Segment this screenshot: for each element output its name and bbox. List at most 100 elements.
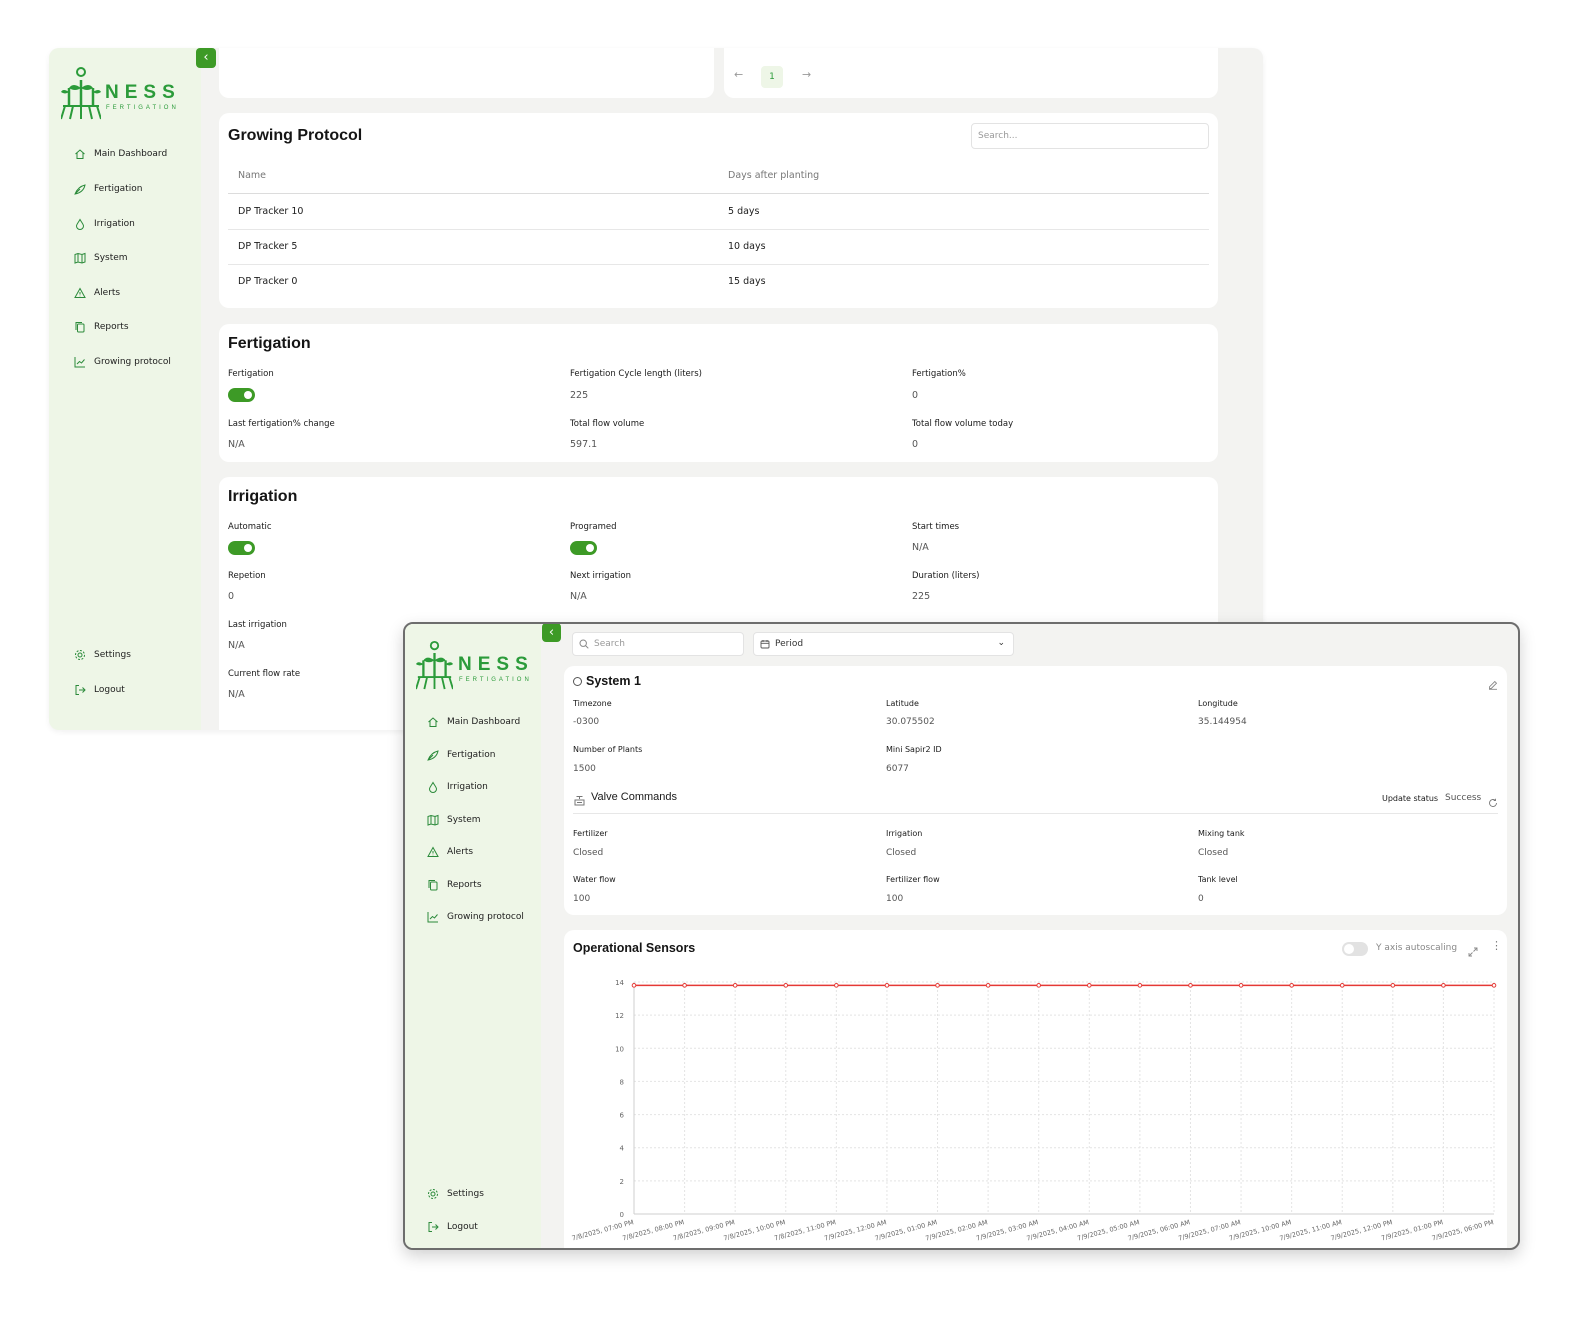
data-point	[631, 983, 637, 988]
plants-label: Number of Plants	[573, 745, 643, 754]
sensor-line-chart: 024681012147/8/2025, 07:00 PM7/8/2025, 0…	[571, 979, 1497, 1243]
sidebar-item-main-dashboard[interactable]: Main Dashboard	[427, 716, 520, 728]
refresh-icon[interactable]	[1488, 793, 1498, 812]
sidebar-item-system[interactable]: System	[74, 252, 128, 264]
longitude-label: Longitude	[1198, 699, 1238, 708]
chart-line-icon	[74, 357, 85, 368]
data-point	[1491, 983, 1497, 988]
sidebar-item-settings[interactable]: Settings	[74, 649, 131, 661]
logo-wordmark: NESS	[458, 654, 534, 675]
foreground-window: NESS FERTIGATION Main Dashboard Fertigat…	[403, 622, 1520, 1250]
latitude-value: 30.075502	[886, 717, 935, 727]
header-divider	[228, 193, 1209, 194]
row-divider	[228, 264, 1209, 265]
sidebar-item-label: Main Dashboard	[94, 149, 168, 159]
sidebar-item-main-dashboard[interactable]: Main Dashboard	[74, 148, 167, 160]
sidebar-item-irrigation[interactable]: Irrigation	[74, 218, 135, 230]
y-tick-label: 2	[620, 1178, 624, 1186]
alert-triangle-icon	[427, 846, 439, 857]
automatic-toggle[interactable]	[228, 541, 255, 555]
growing-protocol-card: Growing Protocol Search... Name Days aft…	[219, 113, 1218, 308]
sidebar-item-growing-protocol[interactable]: Growing protocol	[427, 911, 524, 923]
logo-plant-icon	[60, 67, 102, 120]
pagination-prev-icon[interactable]: ←	[734, 68, 743, 81]
system-card: System 1 Timezone -0300 Latitude 30.0755…	[564, 666, 1507, 915]
last-irrigation-value: N/A	[228, 640, 245, 651]
sidebar-item-system[interactable]: System	[427, 814, 481, 826]
table-cell-days: 15 days	[728, 276, 766, 287]
logout-icon	[428, 1222, 439, 1232]
sapir-id-value: 6077	[886, 764, 909, 774]
latitude-label: Latitude	[886, 699, 919, 708]
y-autoscale-toggle[interactable]	[1342, 942, 1368, 956]
data-point	[1390, 983, 1396, 988]
y-tick-label: 8	[620, 1078, 624, 1086]
sidebar-item-logout[interactable]: Logout	[427, 1221, 478, 1233]
sidebar-collapse-button[interactable]: ‹	[542, 624, 561, 642]
column-header-days[interactable]: Days after planting	[728, 170, 819, 181]
water-flow-value: 100	[573, 894, 591, 904]
more-vertical-icon[interactable]: ⋮	[1491, 940, 1502, 951]
sidebar: NESS FERTIGATION Main Dashboard Fertigat…	[49, 48, 201, 730]
data-point	[834, 983, 839, 988]
sidebar-item-label: Settings	[447, 1189, 484, 1199]
pagination-next-icon[interactable]: →	[802, 68, 811, 81]
duration-label: Duration (liters)	[912, 571, 980, 581]
sidebar-item-logout[interactable]: Logout	[74, 684, 125, 696]
valve-divider	[573, 813, 1498, 814]
alert-triangle-icon	[74, 287, 86, 298]
logo-plant-icon	[415, 640, 454, 690]
sidebar-item-label: Settings	[94, 650, 131, 660]
logo-tagline: FERTIGATION	[459, 677, 532, 683]
automatic-label: Automatic	[228, 522, 272, 532]
sidebar-item-alerts[interactable]: Alerts	[427, 846, 473, 858]
logout-icon	[75, 685, 86, 695]
y-tick-label: 14	[615, 979, 624, 987]
sidebar-item-reports[interactable]: Reports	[427, 879, 482, 891]
y-autoscale-label: Y axis autoscaling	[1376, 943, 1458, 953]
search-input[interactable]: Search	[572, 632, 744, 656]
map-icon	[74, 252, 86, 264]
column-header-name[interactable]: Name	[238, 170, 266, 181]
chevron-down-icon: ⌄	[997, 638, 1005, 648]
data-point	[985, 983, 991, 988]
sensors-title: Operational Sensors	[573, 941, 696, 955]
sidebar-item-reports[interactable]: Reports	[74, 321, 129, 333]
sidebar-item-label: Alerts	[94, 288, 121, 298]
y-tick-label: 12	[615, 1012, 624, 1020]
timezone-label: Timezone	[573, 699, 612, 708]
droplet-icon	[428, 781, 438, 793]
expand-icon[interactable]	[1468, 942, 1478, 961]
last-change-label: Last fertigation% change	[228, 419, 335, 429]
water-flow-label: Water flow	[573, 875, 616, 884]
duration-value: 225	[912, 591, 931, 602]
growing-protocol-search-input[interactable]: Search...	[971, 123, 1209, 149]
data-point	[1441, 983, 1446, 988]
edit-icon[interactable]	[1488, 675, 1498, 694]
period-select[interactable]: Period ⌄	[753, 632, 1014, 656]
sidebar-item-alerts[interactable]: Alerts	[74, 287, 120, 299]
logo-tagline: FERTIGATION	[106, 105, 179, 111]
period-label: Period	[775, 639, 804, 649]
logo: NESS FERTIGATION	[415, 640, 541, 692]
table-cell-name: DP Tracker 0	[238, 276, 298, 287]
sidebar-item-fertigation[interactable]: Fertigation	[427, 749, 495, 761]
logo-wordmark: NESS	[105, 82, 181, 103]
repetion-label: Repetion	[228, 571, 266, 581]
fertigation-percent-value: 0	[912, 390, 919, 401]
sidebar-collapse-button[interactable]: ‹	[196, 48, 216, 68]
fertigation-title: Fertigation	[228, 335, 311, 352]
programed-toggle[interactable]	[570, 541, 597, 555]
sidebar-item-settings[interactable]: Settings	[427, 1188, 484, 1200]
fertigation-toggle[interactable]	[228, 388, 255, 402]
sidebar-item-fertigation[interactable]: Fertigation	[74, 183, 142, 195]
sidebar: NESS FERTIGATION Main Dashboard Fertigat…	[405, 624, 541, 1248]
calendar-icon	[760, 640, 770, 649]
sidebar-item-growing-protocol[interactable]: Growing protocol	[74, 356, 171, 368]
pagination-current-page[interactable]: 1	[761, 66, 783, 88]
data-point	[1339, 983, 1345, 988]
sidebar-item-label: Reports	[94, 322, 129, 332]
sidebar-item-label: Growing protocol	[94, 357, 171, 367]
sidebar-item-irrigation[interactable]: Irrigation	[427, 781, 488, 793]
data-point	[732, 983, 738, 988]
